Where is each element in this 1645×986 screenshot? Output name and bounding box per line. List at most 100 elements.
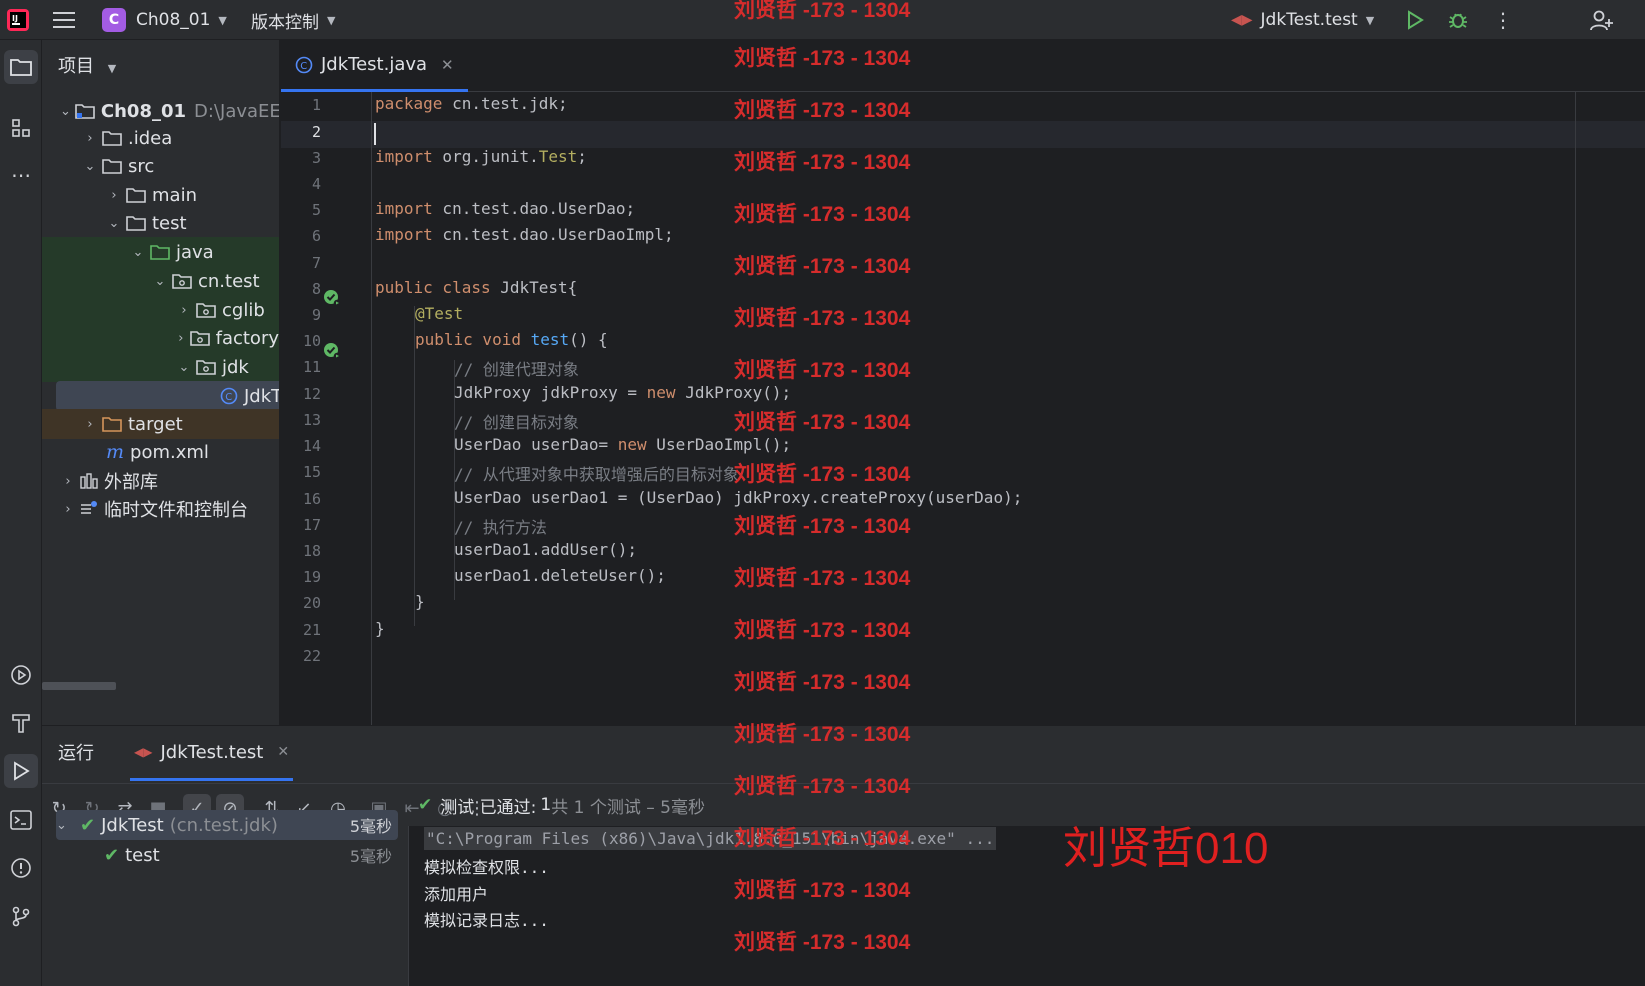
tree-label: target [128,413,183,435]
chevron-down-icon[interactable]: ⌄ [176,360,192,375]
main-menu-icon[interactable] [53,0,75,40]
chevron-right-icon[interactable]: › [176,303,192,318]
chevron-down-icon[interactable]: ⌄ [152,274,168,289]
current-line-highlight [281,121,1645,148]
project-selector[interactable]: C Ch08_01 ▼ [102,0,227,40]
watermark-text: 刘贤哲 -173 - 1304 [734,567,911,590]
chevron-down-icon: ▼ [327,13,336,27]
test-method-name: test [125,844,160,866]
project-tool-button[interactable] [4,50,38,84]
tree-item-external-libs[interactable]: › 外部库 [42,466,279,496]
project-badge: C [102,8,126,32]
annotation-class: Test [538,147,578,166]
build-tool-button[interactable] [4,706,38,740]
tree-label: cglib [222,299,265,321]
more-actions-icon[interactable]: ⋮ [1493,0,1513,40]
line-number: 1 [311,96,321,114]
watermark-text: 刘贤哲 -173 - 1304 [734,255,911,278]
watermark-big: 刘贤哲010 [1063,824,1269,873]
vcs-menu[interactable]: 版本控制 ▼ [251,0,335,40]
line-number: 8 [311,280,321,298]
console-command-line[interactable]: "C:\Program Files (x86)\Java\jdk1.8.0_15… [424,827,997,850]
problems-tool-button[interactable] [4,851,38,885]
gutter-divider [371,92,372,725]
tree-item-idea[interactable]: › .idea [42,123,279,153]
chevron-down-icon[interactable]: ⌄ [60,104,71,119]
code-line-16: UserDao userDao1 = (UserDao) jdkProxy.cr… [454,488,1023,507]
chevron-right-icon[interactable]: › [82,417,98,432]
horizontal-scrollbar[interactable] [42,682,116,690]
chevron-right-icon[interactable]: › [106,188,122,203]
run-tool-button[interactable] [4,754,38,788]
code-editor[interactable]: 1 2 3 4 5 6 7 8 9 10 11 12 13 14 15 16 17 18 19 20 21 22 pack… [281,92,1645,725]
folder-icon [102,158,122,174]
run-config-selector[interactable]: ◀▶ JdkTest.test ▼ [1231,0,1374,40]
code-line-8: public class JdkTest{ [375,278,577,297]
tree-item-src[interactable]: ⌄ src [42,151,279,181]
close-icon[interactable]: ✕ [441,56,454,74]
tree-item-cglib[interactable]: › cglib [42,295,279,325]
line-number: 17 [302,516,321,534]
tree-item-root[interactable]: ⌄ Ch08_01 D:\JavaEE [42,96,279,126]
tree-item-cn-test[interactable]: ⌄ cn.test [42,266,279,296]
ide-logo-icon[interactable]: IJ [6,0,30,40]
tree-item-main[interactable]: › main [42,180,279,210]
structure-tool-button[interactable] [4,111,38,145]
test-class-package: (cn.test.jdk) [169,814,278,836]
tree-item-target[interactable]: › target [42,409,279,439]
excluded-folder-icon [102,416,122,432]
chevron-down-icon[interactable]: ⌄ [82,159,98,174]
code-line-11: // 创建代理对象 [454,360,579,379]
git-tool-button[interactable] [4,899,38,933]
run-button[interactable] [1405,0,1425,40]
watermark-text: 刘贤哲 -173 - 1304 [734,723,911,746]
tree-label: main [152,184,197,206]
svg-text:C: C [300,61,307,72]
console-output[interactable]: "C:\Program Files (x86)\Java\jdk1.8.0_15… [408,826,1645,986]
watermark-text: 刘贤哲 -173 - 1304 [734,775,911,798]
code-line-19: userDao1.deleteUser(); [454,566,666,585]
tab-jdktest-java[interactable]: C JdkTest.java ✕ [281,40,468,92]
chevron-right-icon[interactable]: › [60,474,76,489]
chevron-down-icon[interactable]: ⌄ [130,245,146,260]
watermark-text: 刘贤哲 -173 - 1304 [734,879,911,902]
debug-button[interactable] [1447,0,1469,40]
tree-label: Ch08_01 [100,100,187,122]
chevron-down-icon[interactable]: ⌄ [56,818,76,833]
close-icon[interactable]: ✕ [277,744,289,760]
tree-item-scratches[interactable]: › 临时文件和控制台 [42,494,279,524]
code-line-17: // 执行方法 [454,518,547,537]
tree-label: java [176,241,214,263]
run-test-gutter-icon[interactable] [323,342,341,365]
chevron-right-icon[interactable]: › [60,502,76,517]
tree-item-factory[interactable]: › factory [42,323,279,353]
chevron-right-icon[interactable]: › [82,131,98,146]
console-line: 模拟检查权限... [424,858,549,877]
test-method-row[interactable]: ✔ test 5毫秒 [56,840,398,870]
line-number: 13 [302,411,321,429]
tree-item-pom[interactable]: m pom.xml [42,437,279,467]
tab-run-config[interactable]: ◀▶ JdkTest.test ✕ [130,726,294,781]
terminal-tool-button[interactable] [4,803,38,837]
add-user-icon[interactable] [1590,0,1614,40]
code-line-13: // 创建目标对象 [454,413,579,432]
test-duration: 5毫秒 [349,817,392,836]
watermark-text: 刘贤哲 -173 - 1304 [734,0,911,22]
more-tools-icon[interactable]: ⋯ [4,158,38,192]
tree-item-jdktest[interactable]: C JdkTest [56,381,279,411]
console-line: 添加用户 [424,885,489,904]
tree-label: pom.xml [130,441,209,463]
chevron-right-icon[interactable]: › [176,331,186,346]
tree-item-java[interactable]: ⌄ java [42,237,279,267]
tree-item-jdk[interactable]: ⌄ jdk [42,352,279,382]
tree-label: src [128,155,155,177]
run-test-gutter-icon[interactable] [323,289,341,312]
test-class-row[interactable]: ⌄ ✔ JdkTest (cn.test.jdk) 5毫秒 [56,810,398,840]
project-panel-header[interactable]: 项目 ▼ [58,52,116,78]
tree-item-test[interactable]: ⌄ test [42,208,279,238]
line-number: 7 [311,254,321,272]
chevron-down-icon[interactable]: ⌄ [106,216,122,231]
services-tool-button[interactable] [4,658,38,692]
code-text: cn.test.jdk; [442,94,568,113]
watermark-text: 刘贤哲 -173 - 1304 [734,463,911,486]
